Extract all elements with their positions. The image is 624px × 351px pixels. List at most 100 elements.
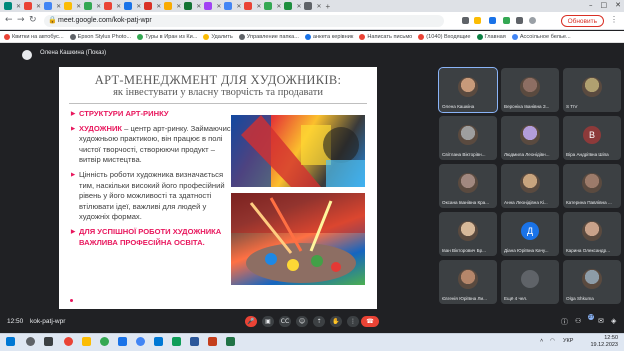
forward-icon[interactable]: → <box>17 15 25 25</box>
back-icon[interactable]: ← <box>5 15 13 25</box>
tab-favicon[interactable] <box>24 2 33 10</box>
close-icon[interactable]: ✕ <box>176 3 181 10</box>
close-icon[interactable]: ✕ <box>196 3 201 10</box>
tab-favicon[interactable] <box>84 2 93 10</box>
close-icon[interactable]: ✕ <box>156 3 161 10</box>
profile-avatar[interactable] <box>529 17 536 24</box>
info-icon[interactable]: ⓘ <box>561 317 568 327</box>
tab-favicon[interactable] <box>4 2 12 10</box>
start-icon[interactable] <box>6 337 15 346</box>
close-icon[interactable]: ✕ <box>276 3 281 10</box>
chat-icon[interactable]: ✉ <box>598 317 604 325</box>
tab-favicon[interactable] <box>304 2 313 10</box>
raise-hand-icon[interactable]: ✋ <box>330 316 342 327</box>
close-icon[interactable]: ✕ <box>96 3 101 10</box>
tab-favicon[interactable] <box>284 2 293 10</box>
lock-icon[interactable]: 🔒 <box>48 15 57 27</box>
url-field[interactable]: 🔒 meet.google.com/kok-patj-wpr <box>44 15 444 27</box>
close-icon[interactable]: ✕ <box>296 3 301 10</box>
tray-chevron-icon[interactable]: ˄ <box>540 338 543 344</box>
update-button[interactable]: Обновить <box>560 15 604 27</box>
tab-favicon[interactable] <box>224 2 233 10</box>
participant-tile[interactable]: Анна Леонідівна Кі... <box>501 164 559 208</box>
browser-menu-icon[interactable]: ⋮ <box>610 15 618 24</box>
cast-icon[interactable] <box>462 17 469 24</box>
tab-favicon[interactable] <box>44 2 53 10</box>
powerpoint-icon[interactable] <box>208 337 217 346</box>
emoji-icon[interactable]: ☺ <box>296 316 308 327</box>
close-icon[interactable]: ✕ <box>316 3 321 10</box>
participant-tile[interactable]: Вероніка Іванівна З... <box>501 68 559 112</box>
minimize-icon[interactable]: – <box>589 1 593 9</box>
captions-icon[interactable]: CC <box>279 316 291 327</box>
mic-muted-icon[interactable]: 🎤 <box>245 316 257 327</box>
extension-icon[interactable] <box>489 17 496 24</box>
participant-tile[interactable]: Olga Shkuma <box>563 260 621 304</box>
tab-favicon[interactable] <box>264 2 273 10</box>
reload-icon[interactable]: ↻ <box>29 15 37 25</box>
bookmark-item[interactable]: (1040) Входящие <box>418 33 471 40</box>
more-options-icon[interactable]: ⋮ <box>347 316 359 327</box>
search-icon[interactable] <box>26 337 35 346</box>
participant-tile[interactable]: Олена Кашкіна <box>438 67 498 113</box>
close-icon[interactable]: ✕ <box>16 3 21 10</box>
system-clock[interactable]: 12:50 19.12.2023 <box>590 335 618 349</box>
participant-tile[interactable]: Людмила Леонідівн... <box>501 116 559 160</box>
close-icon[interactable]: ✕ <box>56 3 61 10</box>
maximize-icon[interactable]: □ <box>601 1 608 9</box>
tab-favicon[interactable] <box>124 2 133 10</box>
people-icon[interactable]: ⚇ <box>575 317 581 325</box>
participant-tile[interactable]: В Віра Андріївна Шіпа <box>563 116 621 160</box>
word-icon[interactable] <box>190 337 199 346</box>
close-icon[interactable]: ✕ <box>216 3 221 10</box>
close-icon[interactable]: ✕ <box>36 3 41 10</box>
close-window-icon[interactable]: ✕ <box>615 1 621 9</box>
bookmark-item[interactable]: Туры в Иран из Ки... <box>137 33 197 40</box>
app-icon[interactable] <box>172 337 181 346</box>
new-tab-icon[interactable]: + <box>326 2 331 11</box>
file-explorer-icon[interactable] <box>82 337 91 346</box>
participant-tile[interactable]: Іван Вікторович Бр... <box>439 212 497 256</box>
bookmark-item[interactable]: анкета керівник <box>304 33 353 40</box>
store-icon[interactable] <box>154 337 163 346</box>
tab-favicon[interactable] <box>104 2 113 10</box>
close-icon[interactable]: ✕ <box>236 3 241 10</box>
extension-icon[interactable] <box>503 17 510 24</box>
participant-tile[interactable]: Д Діана Юріївна Качу... <box>501 212 559 256</box>
activities-icon[interactable]: ◈ <box>611 317 616 325</box>
edge-icon[interactable] <box>118 337 127 346</box>
bookmark-item[interactable]: Ассоільное белье... <box>511 33 571 40</box>
participant-tile[interactable]: Катерина Павлівна ... <box>563 164 621 208</box>
close-icon[interactable]: ✕ <box>256 3 261 10</box>
bookmark-item[interactable]: Управление папка... <box>238 33 299 40</box>
camera-icon[interactable]: ▣ <box>262 316 274 327</box>
task-view-icon[interactable] <box>44 337 53 346</box>
end-call-button[interactable]: ☎ <box>361 316 379 327</box>
tab-favicon[interactable] <box>164 2 173 10</box>
close-icon[interactable]: ✕ <box>136 3 141 10</box>
excel-icon[interactable] <box>226 337 235 346</box>
tab-favicon[interactable] <box>244 2 253 10</box>
network-icon[interactable]: ◠ <box>550 338 555 344</box>
participant-tile[interactable]: Світлана Вікторівн... <box>439 116 497 160</box>
participant-tile[interactable]: Євгенія Юріївна Ли... <box>439 260 497 304</box>
close-icon[interactable]: ✕ <box>76 3 81 10</box>
participant-tile[interactable]: Карина Олександр... <box>563 212 621 256</box>
tab-favicon[interactable] <box>144 2 153 10</box>
participant-tile[interactable]: Ещё 4 чел. <box>501 260 559 304</box>
extensions-puzzle-icon[interactable] <box>516 17 523 24</box>
bookmark-item[interactable]: Epson Stylus Photo... <box>69 33 131 40</box>
present-screen-icon[interactable]: ⇡ <box>313 316 325 327</box>
tab-favicon[interactable] <box>204 2 213 10</box>
tab-favicon[interactable] <box>184 2 193 10</box>
participant-tile[interactable]: S TIV <box>563 68 621 112</box>
chrome-taskbar-icon[interactable] <box>100 337 109 346</box>
bookmark-item[interactable]: Главная <box>476 33 506 40</box>
participant-tile[interactable]: Оксана Іванівна Кра... <box>439 164 497 208</box>
bookmark-item[interactable]: Квитки на автобус... <box>4 33 64 40</box>
bookmark-star-icon[interactable] <box>474 17 481 24</box>
chrome-taskbar-icon[interactable] <box>136 337 145 346</box>
language-indicator[interactable]: УКР <box>563 338 573 344</box>
close-icon[interactable]: ✕ <box>116 3 121 10</box>
chrome-taskbar-icon[interactable] <box>64 337 73 346</box>
